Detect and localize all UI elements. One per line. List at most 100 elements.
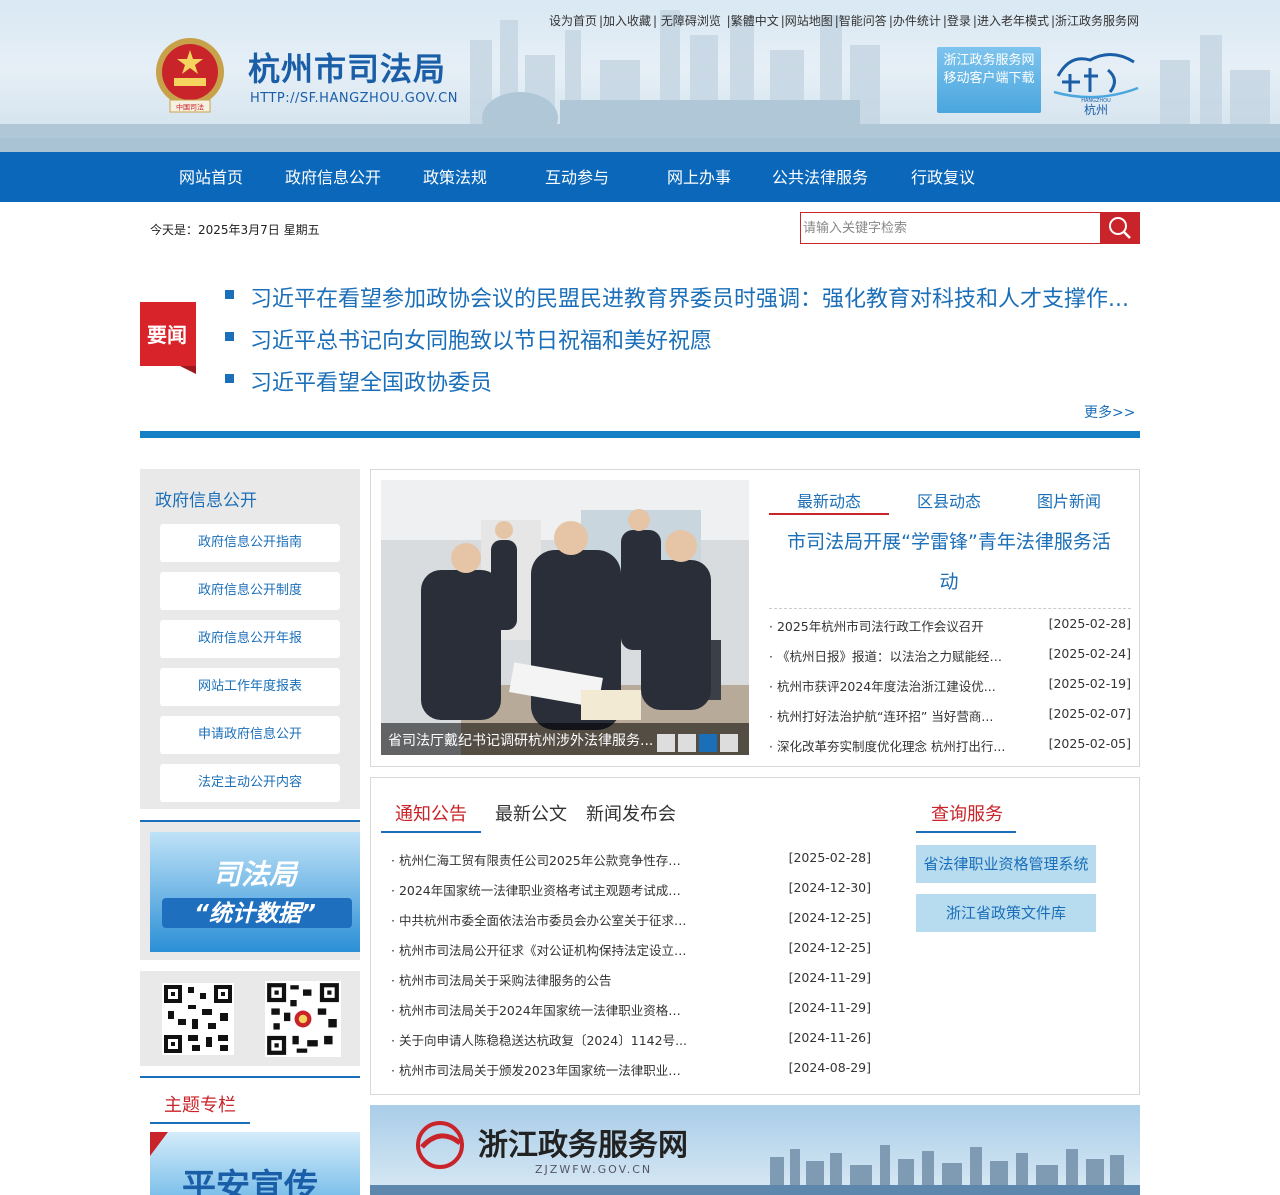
nav-item-gov-info[interactable]: 政府信息公开 (285, 152, 381, 202)
gov-info-system-button[interactable]: 政府信息公开制度 (160, 572, 340, 610)
site-title[interactable]: 杭州市司法局 (248, 44, 446, 90)
topic-column-header: 主题专栏 (140, 1076, 360, 1132)
top-link-zj-gov-service[interactable]: |浙江政务服务网 (1050, 14, 1140, 28)
current-date: 今天是：2025年3月7日 星期五 (150, 223, 320, 237)
safety-campaign-banner[interactable]: 平安宣传 (150, 1132, 360, 1195)
notice-list-item[interactable]: · 杭州仁海工贸有限责任公司2025年公款竞争性存放项... [2025-02-2… (391, 850, 871, 870)
hangzhou-city-logo[interactable]: HANGZHOU 杭州 (1050, 42, 1142, 118)
tab-latest-documents[interactable]: 最新公文 (495, 800, 567, 826)
top-link-traditional-chinese[interactable]: |繁體中文 (722, 14, 780, 28)
news-title[interactable]: · 杭州打好法治护航“连环招” 当好营商... (769, 706, 1009, 725)
notice-list-item[interactable]: · 2024年国家统一法律职业资格考试主观题考试成绩核... [2024-12-3… (391, 880, 871, 900)
headline-link[interactable]: 习近平看望全国政协委员 (250, 365, 492, 397)
query-underline (916, 831, 1016, 833)
top-link-smart-qa[interactable]: |智能问答 (834, 14, 888, 28)
notice-list-item[interactable]: · 杭州市司法局公开征求《对公证机构保持法定设立条件情... [2024-12-2… (391, 940, 871, 960)
website-annual-report-button[interactable]: 网站工作年度报表 (160, 668, 340, 706)
news-photo (381, 480, 749, 755)
notice-date: [2024-12-30] (788, 880, 871, 895)
tab-photo-news[interactable]: 图片新闻 (1037, 488, 1101, 512)
notice-title[interactable]: · 杭州仁海工贸有限责任公司2025年公款竞争性存放项... (391, 850, 691, 869)
nav-item-legal-service[interactable]: 公共法律服务 (772, 152, 868, 202)
statistics-box: 司法局 “统计数据” (140, 820, 360, 960)
svg-text:“统计数据”: “统计数据” (194, 901, 316, 927)
news-panel: 省司法厅戴纪书记调研杭州涉外法律服务... 最新动态 区县动态 图片新闻 市司法… (370, 469, 1140, 767)
notice-title[interactable]: · 2024年国家统一法律职业资格考试主观题考试成绩核... (391, 880, 691, 899)
nav-item-online-service[interactable]: 网上办事 (667, 152, 731, 202)
notice-list-item[interactable]: · 中共杭州市委全面依法治市委员会办公室关于征求《杭州... [2024-12-2… (391, 910, 871, 930)
search-input[interactable] (801, 213, 1101, 243)
news-date: [2025-02-24] (1048, 646, 1131, 661)
carousel-dot[interactable] (657, 734, 675, 752)
top-link-favorite[interactable]: |加入收藏 (598, 14, 652, 28)
legal-qualification-system-button[interactable]: 省法律职业资格管理系统 (916, 845, 1096, 883)
carousel-dot-active[interactable] (699, 734, 717, 752)
notice-title[interactable]: · 关于向申请人陈稳稳送达杭政复〔2024〕1142号... (391, 1030, 691, 1049)
policy-document-library-button[interactable]: 浙江省政策文件库 (916, 894, 1096, 932)
gov-info-annual-report-button[interactable]: 政府信息公开年报 (160, 620, 340, 658)
notice-list-item[interactable]: · 关于向申请人陈稳稳送达杭政复〔2024〕1142号... [2024-11-2… (391, 1030, 871, 1050)
nav-item-policy[interactable]: 政策法规 (423, 152, 487, 202)
notice-list-item[interactable]: · 杭州市司法局关于2024年国家统一法律职业资格考试... [2024-11-2… (391, 1000, 871, 1020)
svg-text:中国司法: 中国司法 (176, 103, 204, 112)
nav-item-home[interactable]: 网站首页 (179, 152, 243, 202)
more-headlines-link[interactable]: 更多>> (1084, 402, 1135, 422)
statistics-banner[interactable]: 司法局 “统计数据” (150, 832, 360, 952)
notice-title[interactable]: · 杭州市司法局关于采购法律服务的公告 (391, 970, 691, 989)
news-title[interactable]: · 2025年杭州市司法行政工作会议召开 (769, 616, 1009, 635)
news-list-item[interactable]: · 杭州打好法治护航“连环招” 当好营商... [2025-02-07] (769, 706, 1131, 726)
nav-item-interaction[interactable]: 互动参与 (545, 152, 609, 202)
top-link-login[interactable]: |登录 (942, 14, 972, 28)
zj-gov-service-banner[interactable]: 浙江政务服务网 ZJZWFW.GOV.CN (370, 1105, 1140, 1195)
news-list-item[interactable]: · 《杭州日报》报道：以法治之力赋能经济... [2025-02-24] (769, 646, 1131, 666)
search-button[interactable] (1100, 212, 1140, 244)
svg-text:ZJZWFW.GOV.CN: ZJZWFW.GOV.CN (535, 1163, 652, 1176)
notice-title[interactable]: · 中共杭州市委全面依法治市委员会办公室关于征求《杭州... (391, 910, 691, 929)
featured-news-link[interactable]: 市司法局开展“学雷锋”青年法律服务活动 (779, 522, 1119, 602)
news-list-item[interactable]: · 2025年杭州市司法行政工作会议召开 [2025-02-28] (769, 616, 1131, 636)
top-link-elderly-mode[interactable]: |进入老年模式 (972, 14, 1050, 28)
active-tab-underline (381, 831, 481, 833)
top-link-case-stats[interactable]: |办件统计 (888, 14, 942, 28)
nav-item-admin-review[interactable]: 行政复议 (911, 152, 975, 202)
news-title[interactable]: · 杭州市获评2024年度法治浙江建设优... (769, 676, 1009, 695)
news-photo-carousel[interactable]: 省司法厅戴纪书记调研杭州涉外法律服务... (381, 480, 749, 755)
news-title[interactable]: · 深化改革夯实制度优化理念 杭州打出行... (769, 736, 1009, 755)
news-list-item[interactable]: · 深化改革夯实制度优化理念 杭州打出行... [2025-02-05] (769, 736, 1131, 756)
notice-title[interactable]: · 杭州市司法局关于颁发2023年国家统一法律职业资格... (391, 1060, 691, 1079)
qr-code-image (162, 983, 234, 1055)
notice-title[interactable]: · 杭州市司法局公开征求《对公证机构保持法定设立条件情... (391, 940, 691, 959)
headline-link[interactable]: 习近平总书记向女同胞致以节日祝福和美好祝愿 (250, 323, 712, 355)
tab-press-conference[interactable]: 新闻发布会 (586, 800, 676, 826)
tab-notices[interactable]: 通知公告 (395, 800, 467, 826)
tab-district-news[interactable]: 区县动态 (917, 488, 981, 512)
notice-date: [2024-12-25] (788, 940, 871, 955)
top-link-accessibility[interactable]: | 无障碍浏览 (652, 14, 722, 28)
svg-text:司法局: 司法局 (213, 858, 299, 891)
headline-link[interactable]: 习近平在看望参加政协会议的民盟民进教育界委员时强调：强化教育对科技和人才支撑作.… (250, 281, 1129, 313)
news-title[interactable]: · 《杭州日报》报道：以法治之力赋能经济... (769, 646, 1009, 665)
notice-list-item[interactable]: · 杭州市司法局关于颁发2023年国家统一法律职业资格... [2024-08-2… (391, 1060, 871, 1080)
gov-info-guide-button[interactable]: 政府信息公开指南 (160, 524, 340, 562)
svg-text:杭州: 杭州 (1084, 102, 1108, 117)
top-link-set-home[interactable]: 设为首页 (548, 14, 598, 28)
qr-code-image (265, 981, 341, 1057)
app-download-button[interactable]: 浙江政务服务网移动客户端下载 (937, 47, 1041, 113)
news-divider (769, 608, 1131, 609)
topic-column-title[interactable]: 主题专栏 (164, 1091, 236, 1117)
news-date: [2025-02-07] (1048, 706, 1131, 721)
svg-text:平安宣传: 平安宣传 (182, 1167, 318, 1195)
gov-info-title[interactable]: 政府信息公开 (155, 486, 257, 511)
bullet-icon (225, 290, 234, 299)
carousel-dot[interactable] (720, 734, 738, 752)
carousel-dot[interactable] (678, 734, 696, 752)
photo-caption[interactable]: 省司法厅戴纪书记调研杭州涉外法律服务... (388, 730, 658, 750)
top-link-sitemap[interactable]: |网站地图 (780, 14, 834, 28)
tab-latest-news[interactable]: 最新动态 (797, 488, 861, 512)
notice-list-item[interactable]: · 杭州市司法局关于采购法律服务的公告 [2024-11-29] (391, 970, 871, 990)
apply-gov-info-button[interactable]: 申请政府信息公开 (160, 716, 340, 754)
notice-date: [2024-11-29] (788, 1000, 871, 1015)
news-list-item[interactable]: · 杭州市获评2024年度法治浙江建设优... [2025-02-19] (769, 676, 1131, 696)
statutory-disclosure-button[interactable]: 法定主动公开内容 (160, 764, 340, 802)
notice-title[interactable]: · 杭州市司法局关于2024年国家统一法律职业资格考试... (391, 1000, 691, 1019)
